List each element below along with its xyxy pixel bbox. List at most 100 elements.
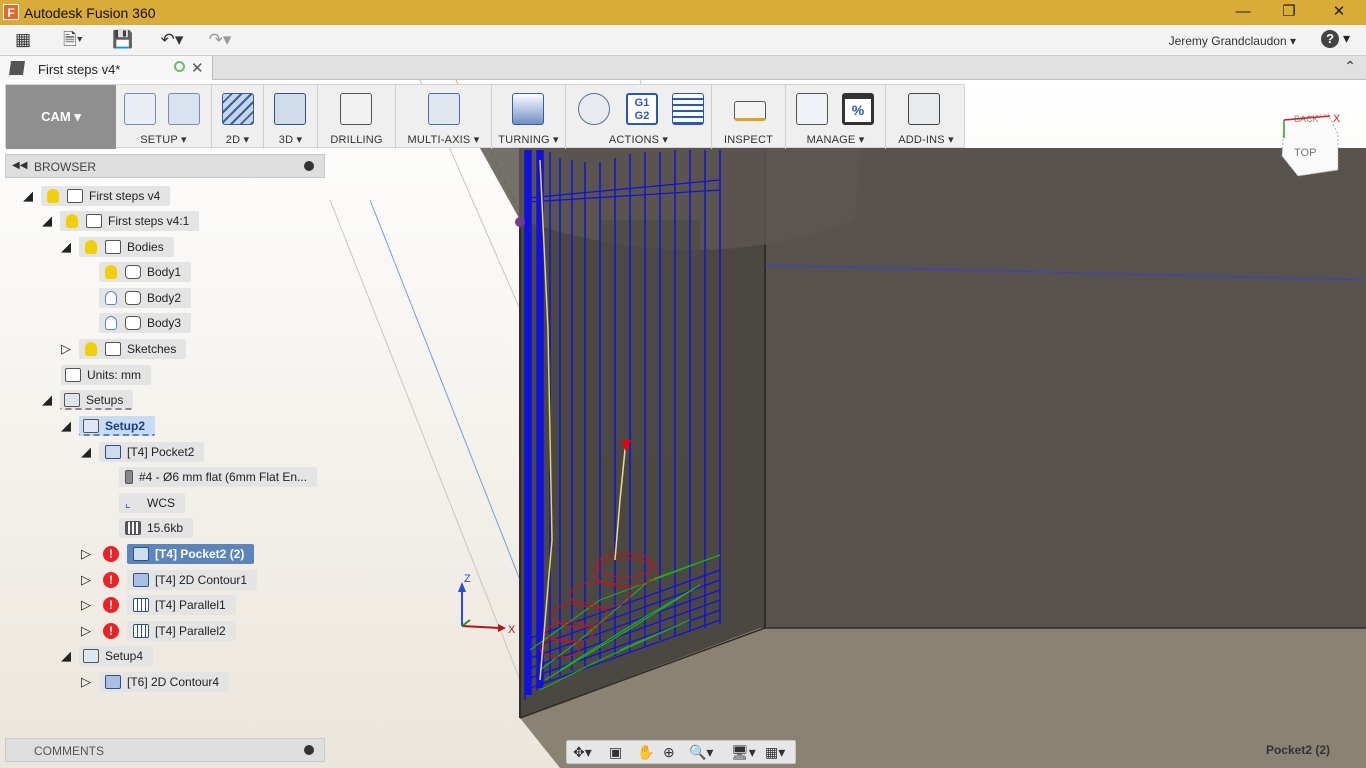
expand-open-icon[interactable]: ◢ bbox=[61, 648, 75, 664]
turning-group-label: TURNING ▾ bbox=[498, 134, 559, 146]
body-icon bbox=[125, 316, 141, 330]
folder-icon bbox=[105, 342, 121, 356]
selection-status: Pocket2 (2) bbox=[1265, 743, 1330, 757]
ribbon-group-drilling[interactable]: DRILLING bbox=[318, 85, 396, 149]
user-account-menu[interactable]: Jeremy Grandclaudon ▾ bbox=[1169, 34, 1296, 48]
expand-open-icon[interactable]: ◢ bbox=[23, 188, 37, 204]
workspace-switcher[interactable]: CAM ▾ bbox=[6, 85, 116, 149]
display-settings-icon[interactable]: 🖥▾ bbox=[731, 744, 756, 761]
turning-icon[interactable] bbox=[512, 93, 544, 125]
body-icon bbox=[125, 265, 141, 279]
manage-group-label: MANAGE ▾ bbox=[806, 134, 865, 146]
browser-minimize-icon[interactable] bbox=[304, 161, 314, 171]
expand-open-icon[interactable]: ◢ bbox=[61, 239, 75, 255]
parallel-toolpath-icon bbox=[133, 598, 149, 612]
collapse-chevron-icon[interactable]: ⌃ bbox=[1344, 58, 1356, 75]
document-icon bbox=[67, 189, 83, 203]
expand-open-icon[interactable]: ◢ bbox=[42, 392, 56, 408]
parallel-toolpath-icon bbox=[133, 624, 149, 638]
visibility-bulb-icon[interactable] bbox=[47, 189, 59, 203]
zoom-fit-icon[interactable]: 🔍▾ bbox=[689, 744, 713, 761]
expand-open-icon[interactable]: ◢ bbox=[81, 444, 95, 460]
axis-triad: Z X bbox=[458, 573, 516, 636]
wcs-axis-icon: ⌞ bbox=[125, 496, 131, 510]
2d-contour-icon bbox=[105, 675, 121, 689]
expand-closed-icon[interactable]: ▷ bbox=[61, 341, 75, 357]
toolpath-data-icon bbox=[125, 521, 141, 535]
zoom-window-icon[interactable]: ⊕ bbox=[663, 744, 675, 761]
navigation-bar: ✥▾ ▣ ✋ ⊕ 🔍▾ 🖥▾ ▦▾ bbox=[566, 740, 796, 764]
expand-closed-icon[interactable]: ▷ bbox=[81, 623, 95, 639]
expand-open-icon[interactable]: ◢ bbox=[42, 213, 56, 229]
view-cube[interactable]: BACK TOP X bbox=[1278, 108, 1348, 180]
pan-hand-icon[interactable]: ✋ bbox=[637, 744, 654, 761]
post-library-icon[interactable]: % bbox=[842, 93, 874, 125]
visibility-bulb-off-icon[interactable] bbox=[105, 291, 117, 305]
post-process-icon[interactable]: G1 G2 bbox=[626, 93, 658, 125]
ribbon-group-actions[interactable]: G1 G2 ACTIONS ▾ bbox=[566, 85, 712, 149]
look-at-icon[interactable]: ▣ bbox=[609, 744, 622, 761]
workspace-label: CAM bbox=[41, 109, 71, 124]
ribbon-group-setup[interactable]: SETUP ▾ bbox=[116, 85, 212, 149]
expand-closed-icon[interactable]: ▷ bbox=[81, 572, 95, 588]
visibility-bulb-off-icon[interactable] bbox=[105, 316, 117, 330]
add-comment-icon[interactable] bbox=[304, 745, 314, 755]
setup-folder-icon[interactable] bbox=[124, 93, 156, 125]
window-title: Autodesk Fusion 360 bbox=[24, 5, 156, 21]
ribbon-group-turning[interactable]: TURNING ▾ bbox=[492, 85, 566, 149]
units-doc-icon bbox=[65, 368, 81, 382]
scripts-gear-icon[interactable] bbox=[908, 93, 940, 125]
ribbon-group-2d[interactable]: 2D ▾ bbox=[212, 85, 264, 149]
simulate-icon[interactable] bbox=[578, 93, 610, 125]
fusion-app-icon: F bbox=[3, 4, 19, 20]
ribbon-group-inspect[interactable]: INSPECT bbox=[712, 85, 786, 149]
2d-toolpath-icon[interactable] bbox=[222, 93, 254, 125]
drill-icon[interactable] bbox=[340, 93, 372, 125]
maximize-button[interactable]: ❐ bbox=[1266, 2, 1312, 22]
setup-icon bbox=[83, 419, 99, 433]
drilling-group-label: DRILLING bbox=[330, 134, 383, 146]
close-window-button[interactable]: ✕ bbox=[1316, 2, 1362, 22]
comments-panel[interactable]: COMMENTS bbox=[5, 738, 325, 762]
close-tab-icon[interactable]: ✕ bbox=[191, 59, 204, 77]
multi-axis-icon[interactable] bbox=[428, 93, 460, 125]
error-icon: ! bbox=[103, 546, 119, 562]
expand-closed-icon[interactable]: ▷ bbox=[81, 597, 95, 613]
document-tab-name: First steps v4* bbox=[38, 62, 121, 77]
ribbon-group-3d[interactable]: 3D ▾ bbox=[264, 85, 318, 149]
browser-panel: ◀◀ BROWSER ◢ First steps v4 ◢ First steps … bbox=[5, 154, 325, 734]
tool-icon bbox=[125, 470, 133, 484]
save-icon[interactable]: 💾 bbox=[112, 29, 134, 51]
visibility-bulb-icon[interactable] bbox=[66, 214, 78, 228]
help-menu[interactable]: ? ▾ bbox=[1321, 30, 1350, 48]
measure-ruler-icon[interactable] bbox=[734, 101, 766, 121]
2d-contour-icon bbox=[133, 573, 149, 587]
3d-toolpath-icon[interactable] bbox=[274, 93, 306, 125]
inspect-group-label: INSPECT bbox=[723, 134, 774, 146]
undo-icon[interactable]: ↶▾ bbox=[154, 29, 190, 51]
title-bar: F Autodesk Fusion 360 — ❐ ✕ bbox=[0, 0, 1366, 25]
setup-sheet-folder-icon[interactable] bbox=[168, 93, 200, 125]
setup-icon bbox=[83, 649, 99, 663]
document-tab[interactable]: First steps v4* ✕ bbox=[0, 56, 213, 80]
visibility-bulb-icon[interactable] bbox=[105, 265, 117, 279]
tool-library-icon[interactable] bbox=[796, 93, 828, 125]
data-panel-grid-icon[interactable]: ▦ bbox=[12, 29, 34, 51]
grid-settings-icon[interactable]: ▦▾ bbox=[765, 744, 785, 761]
ribbon-group-multi-axis[interactable]: MULTI-AXIS ▾ bbox=[396, 85, 492, 149]
setup-sheet-icon[interactable] bbox=[672, 93, 704, 125]
expand-open-icon[interactable]: ◢ bbox=[61, 418, 75, 434]
expand-closed-icon[interactable]: ▷ bbox=[81, 546, 95, 562]
saved-status-icon bbox=[174, 61, 185, 72]
ribbon-group-manage[interactable]: % MANAGE ▾ bbox=[786, 85, 886, 149]
ribbon-group-add-ins[interactable]: ADD-INS ▾ bbox=[886, 85, 966, 149]
expand-closed-icon[interactable]: ▷ bbox=[81, 674, 95, 690]
pocket-toolpath-icon bbox=[133, 547, 149, 561]
collapse-browser-icon[interactable]: ◀◀ bbox=[12, 160, 27, 171]
redo-icon[interactable]: ↷▾ bbox=[202, 29, 238, 51]
visibility-bulb-icon[interactable] bbox=[85, 240, 97, 254]
visibility-bulb-icon[interactable] bbox=[85, 342, 97, 356]
minimize-button[interactable]: — bbox=[1220, 2, 1266, 22]
orbit-icon[interactable]: ✥▾ bbox=[573, 744, 592, 761]
file-menu-icon[interactable]: 🗎▾ bbox=[56, 29, 90, 51]
